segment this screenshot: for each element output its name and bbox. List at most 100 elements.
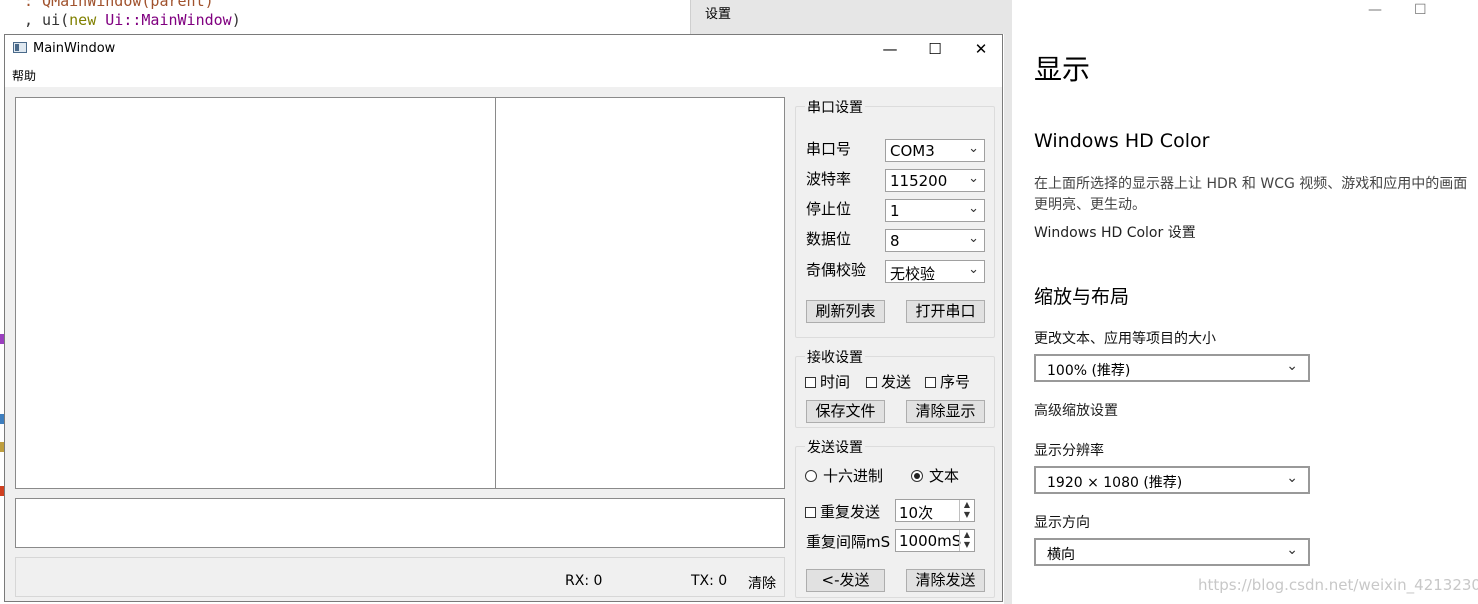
port-value: COM3 [890, 142, 935, 160]
code-prefix: , ui( [24, 11, 70, 29]
scale-select[interactable]: 100% (推荐) ⌄ [1034, 354, 1310, 382]
spin-arrows[interactable]: ▲ ▼ [959, 530, 974, 551]
code-type: Ui::MainWindow [96, 11, 232, 29]
show-send-checkbox[interactable]: 发送 [866, 371, 911, 392]
chevron-down-icon: ⌄ [968, 141, 979, 156]
hdr-heading: Windows HD Color [1034, 130, 1210, 152]
baud-select[interactable]: 115200 ⌄ [885, 169, 985, 192]
checkbox-box [805, 507, 816, 518]
port-select[interactable]: COM3 ⌄ [885, 139, 985, 162]
timestamp-label: 时间 [820, 373, 851, 391]
maximize-button[interactable]: ☐ [912, 37, 958, 61]
code-editor-background: : QMainWindow(parent) , ui(new Ui::MainW… [0, 0, 690, 34]
sequence-label: 序号 [940, 373, 971, 391]
interval-label: 重复间隔mS [806, 533, 891, 551]
rx-counter: RX: 0 [565, 573, 603, 589]
text-radio[interactable]: 文本 [911, 465, 959, 486]
radio-circle [805, 470, 817, 482]
hex-label: 十六进制 [823, 467, 884, 485]
send-text-input[interactable] [15, 498, 785, 548]
window-title: MainWindow [33, 41, 116, 56]
serial-settings-group: 串口设置 串口号 COM3 ⌄ 波特率 115200 ⌄ 停止位 1 ⌄ 数据位… [795, 97, 995, 338]
baud-label: 波特率 [806, 170, 852, 188]
code-suffix: ) [231, 11, 241, 29]
receive-settings-title: 接收设置 [805, 347, 865, 367]
repeat-send-checkbox[interactable]: 重复发送 [805, 501, 880, 522]
main-window: MainWindow — ☐ ✕ 帮助 RX: 0 TX: 0 清除 串口设置 … [4, 34, 1003, 602]
data-bits-select[interactable]: 8 ⌄ [885, 229, 985, 252]
resolution-select[interactable]: 1920 × 1080 (推荐) ⌄ [1034, 466, 1310, 494]
menu-bar: 帮助 [5, 63, 1002, 87]
show-send-label: 发送 [881, 373, 912, 391]
chevron-down-icon: ⌄ [968, 262, 979, 277]
spin-up-icon[interactable]: ▲ [964, 530, 970, 539]
stop-bits-select[interactable]: 1 ⌄ [885, 199, 985, 222]
data-bits-value: 8 [890, 232, 900, 250]
refresh-list-button[interactable]: 刷新列表 [806, 300, 885, 323]
parity-select[interactable]: 无校验 ⌄ [885, 260, 985, 283]
app-window-icon [13, 42, 27, 53]
settings-minimize-button[interactable]: — [1368, 2, 1382, 18]
resolution-label: 显示分辨率 [1034, 443, 1104, 459]
checkbox-box [866, 377, 877, 388]
menu-help[interactable]: 帮助 [12, 67, 36, 84]
code-keyword: new [69, 11, 97, 29]
stop-bits-value: 1 [890, 202, 900, 220]
text-label: 文本 [929, 467, 960, 485]
code-line-2: , ui(new Ui::MainWindow) [24, 11, 241, 29]
hdr-settings-link[interactable]: Windows HD Color 设置 [1034, 222, 1196, 242]
chevron-down-icon: ⌄ [968, 171, 979, 186]
spin-up-icon[interactable]: ▲ [964, 500, 970, 509]
spin-down-icon[interactable]: ▼ [964, 510, 970, 519]
settings-maximize-button[interactable]: ☐ [1414, 2, 1427, 18]
repeat-send-label: 重复发送 [820, 503, 881, 521]
scale-heading: 缩放与布局 [1034, 286, 1130, 308]
chevron-down-icon: ⌄ [1286, 542, 1298, 558]
clear-display-button[interactable]: 清除显示 [906, 400, 985, 423]
send-button[interactable]: <-发送 [806, 569, 885, 592]
send-settings-title: 发送设置 [805, 437, 865, 457]
parity-value: 无校验 [890, 265, 936, 283]
send-settings-group: 发送设置 十六进制 文本 重复发送 10次 ▲ ▼ 重复间隔mS 1000mS ▲… [795, 437, 995, 598]
orientation-value: 横向 [1047, 547, 1075, 563]
radio-circle-selected [911, 470, 923, 482]
chevron-down-icon: ⌄ [968, 231, 979, 246]
checkbox-box [925, 377, 936, 388]
sequence-checkbox[interactable]: 序号 [925, 371, 970, 392]
chevron-down-icon: ⌄ [968, 201, 979, 216]
orientation-select[interactable]: 横向 ⌄ [1034, 538, 1310, 566]
receive-settings-group: 接收设置 时间 发送 序号 保存文件 清除显示 [795, 347, 995, 428]
close-button[interactable]: ✕ [958, 37, 1004, 61]
clear-counter-button[interactable]: 清除 [748, 573, 776, 593]
receive-text-area[interactable] [15, 97, 785, 489]
parity-label: 奇偶校验 [806, 261, 867, 279]
save-file-button[interactable]: 保存文件 [806, 400, 885, 423]
hex-radio[interactable]: 十六进制 [805, 465, 883, 486]
port-label: 串口号 [806, 140, 852, 158]
scale-label: 更改文本、应用等项目的大小 [1034, 331, 1216, 347]
data-bits-label: 数据位 [806, 230, 852, 248]
clear-send-button[interactable]: 清除发送 [906, 569, 985, 592]
open-port-button[interactable]: 打开串口 [906, 300, 985, 323]
code-line-1: : QMainWindow(parent) [24, 0, 214, 10]
watermark-text: https://blog.csdn.net/weixin_42132304 [1198, 576, 1478, 594]
spin-down-icon[interactable]: ▼ [964, 540, 970, 549]
chevron-down-icon: ⌄ [1286, 358, 1298, 374]
minimize-button[interactable]: — [867, 37, 913, 61]
repeat-count-spinbox[interactable]: 10次 ▲ ▼ [895, 499, 975, 522]
serial-settings-title: 串口设置 [805, 97, 865, 117]
settings-title: 设置 [705, 7, 732, 22]
timestamp-checkbox[interactable]: 时间 [805, 371, 850, 392]
settings-titlebar: 设置 [690, 0, 1013, 34]
tx-counter: TX: 0 [691, 573, 728, 589]
advanced-scaling-link[interactable]: 高级缩放设置 [1034, 400, 1118, 420]
orientation-label: 显示方向 [1034, 515, 1090, 531]
window-titlebar[interactable]: MainWindow — ☐ ✕ [5, 35, 1002, 63]
spin-arrows[interactable]: ▲ ▼ [959, 500, 974, 521]
repeat-count-value: 10次 [899, 504, 934, 522]
scale-value: 100% (推荐) [1047, 363, 1131, 379]
settings-panel: — ☐ 显示 Windows HD Color 在上面所选择的显示器上让 HDR… [1012, 0, 1478, 604]
interval-spinbox[interactable]: 1000mS ▲ ▼ [895, 529, 975, 552]
checkbox-box [805, 377, 816, 388]
receive-area-splitter[interactable] [495, 98, 496, 488]
